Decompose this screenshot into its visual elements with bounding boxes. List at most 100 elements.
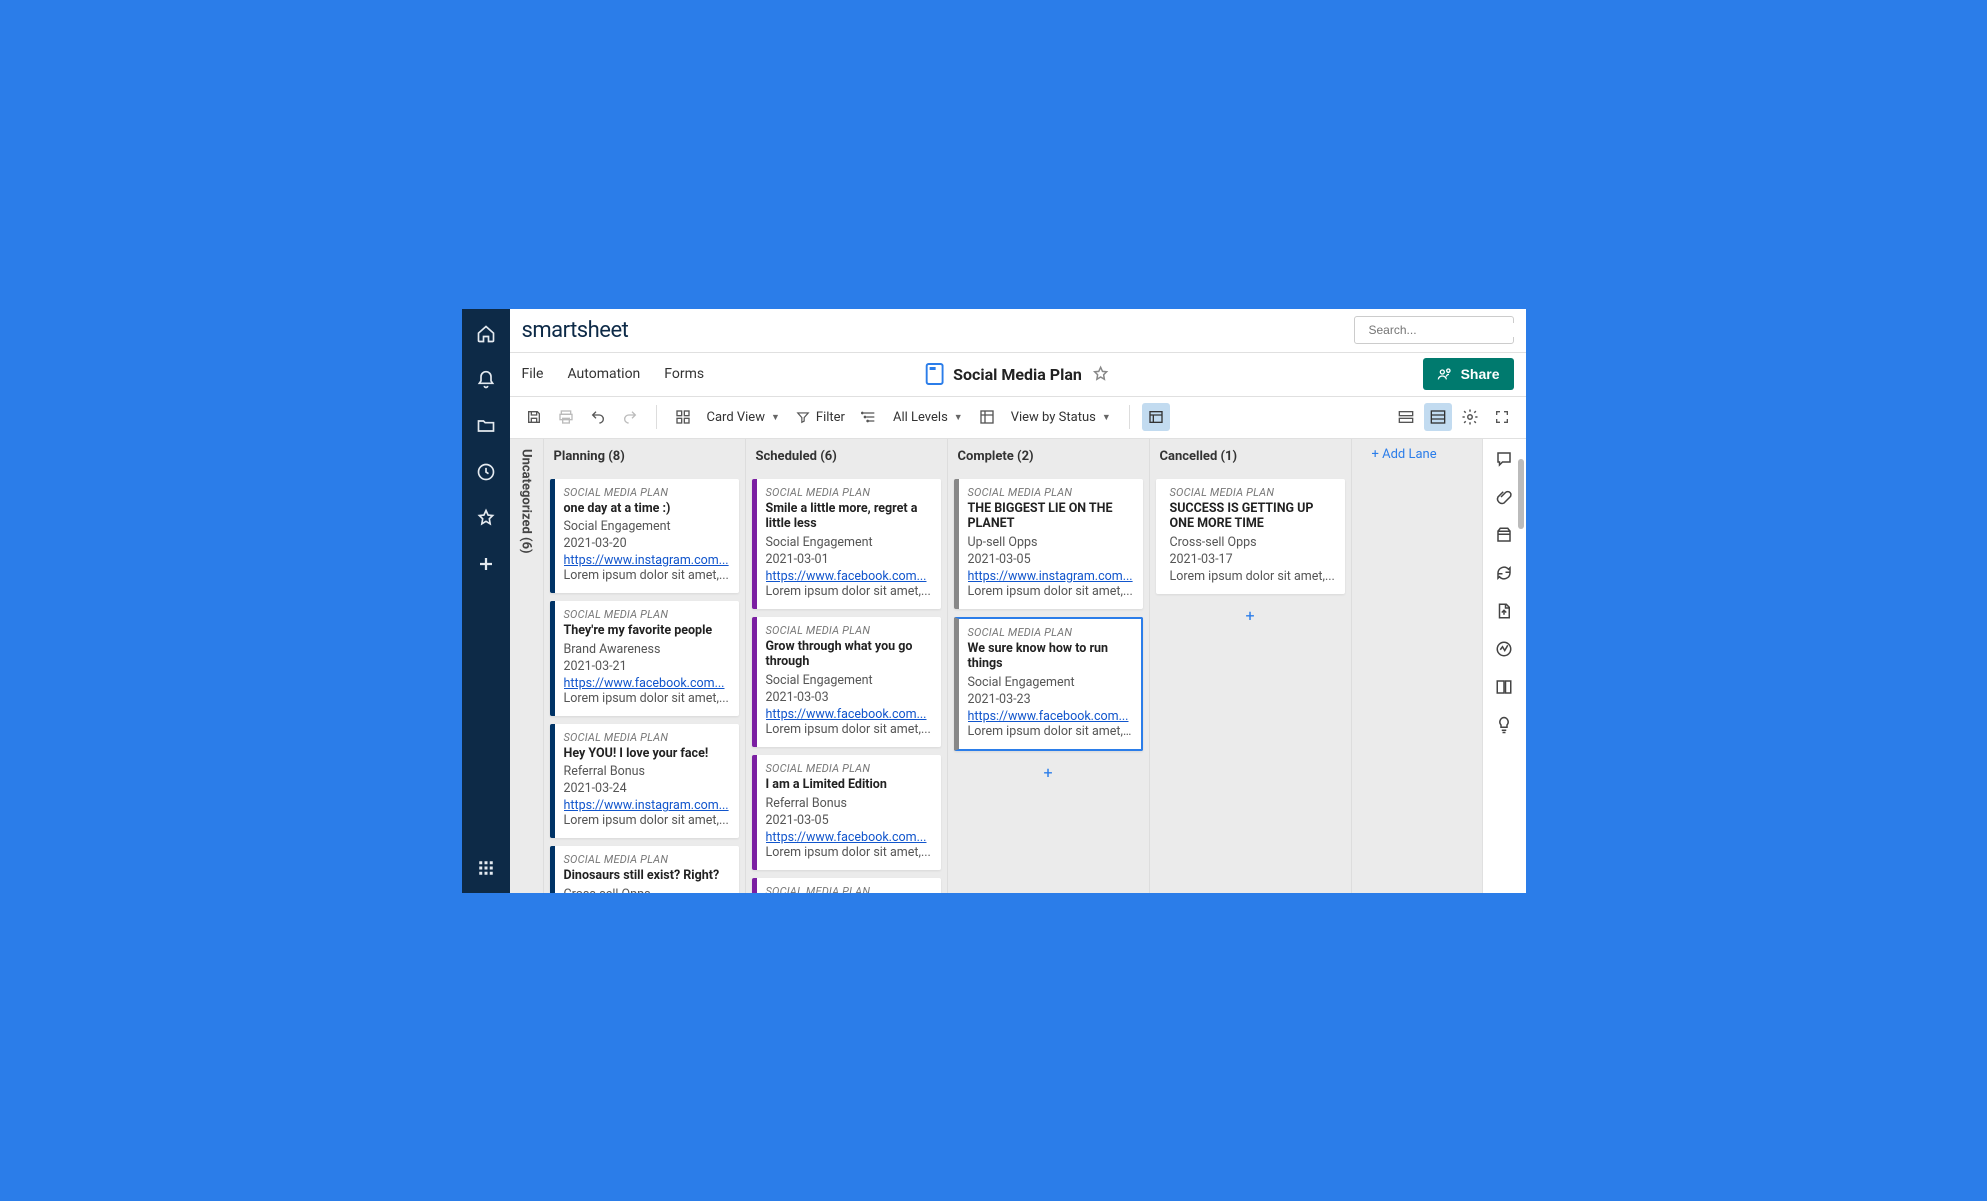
card[interactable]: SOCIAL MEDIA PLANone day at a time :)Soc… bbox=[550, 479, 739, 594]
filter-icon bbox=[796, 410, 810, 424]
lane: Scheduled (6) SOCIAL MEDIA PLAN Smile a li… bbox=[746, 439, 948, 893]
levels-icon[interactable] bbox=[855, 403, 883, 431]
card-plan: SOCIAL MEDIA PLAN bbox=[766, 885, 932, 893]
settings-icon[interactable] bbox=[1456, 403, 1484, 431]
card[interactable]: SOCIAL MEDIA PLANDinosaurs still exist? … bbox=[550, 846, 739, 892]
lane-header[interactable]: Scheduled (6) bbox=[746, 439, 947, 475]
add-card-button[interactable]: + bbox=[1156, 602, 1345, 629]
card-category: Social Engagement bbox=[564, 519, 730, 534]
lane-header[interactable]: Complete (2) bbox=[948, 439, 1149, 475]
tips-icon[interactable] bbox=[1494, 715, 1514, 735]
lane-body: SOCIAL MEDIA PLANone day at a time :)Soc… bbox=[544, 475, 745, 893]
apps-icon[interactable] bbox=[475, 857, 497, 879]
refresh-icon[interactable] bbox=[1494, 563, 1514, 583]
lane-header[interactable]: Planning (8) bbox=[544, 439, 745, 475]
card-plan: SOCIAL MEDIA PLAN bbox=[968, 486, 1134, 499]
lane-header[interactable]: Cancelled (1) bbox=[1150, 439, 1351, 475]
search-box[interactable] bbox=[1354, 316, 1514, 344]
card-category: Social Engagement bbox=[766, 535, 932, 550]
card-title: Smile a little more, regret a little les… bbox=[766, 501, 932, 532]
share-button[interactable]: Share bbox=[1423, 358, 1514, 390]
card[interactable]: SOCIAL MEDIA PLANSUCCESS IS GETTING UP O… bbox=[1156, 479, 1345, 594]
star-icon[interactable] bbox=[475, 507, 497, 529]
undo-icon[interactable] bbox=[584, 403, 612, 431]
card-desc: Lorem ipsum dolor sit amet,... bbox=[564, 691, 730, 706]
card[interactable]: SOCIAL MEDIA PLANSmile a little more, re… bbox=[752, 479, 941, 609]
cardlayout-icon[interactable] bbox=[1142, 403, 1170, 431]
viewby-dropdown[interactable]: View by Status▼ bbox=[1005, 410, 1117, 425]
home-icon[interactable] bbox=[475, 323, 497, 345]
add-lane-button[interactable]: + Add Lane bbox=[1362, 439, 1482, 893]
card-title: They're my favorite people bbox=[564, 623, 730, 639]
card-plan: SOCIAL MEDIA PLAN bbox=[766, 762, 932, 775]
recent-icon[interactable] bbox=[475, 461, 497, 483]
card-desc: Lorem ipsum dolor sit amet,... bbox=[968, 724, 1132, 739]
lane: Complete (2) SOCIAL MEDIA PLANTHE BIGGEST… bbox=[948, 439, 1150, 893]
card[interactable]: SOCIAL MEDIA PLANWhy so serious? bbox=[752, 878, 941, 893]
viewby-icon[interactable] bbox=[973, 403, 1001, 431]
card-date: 2021-03-21 bbox=[564, 659, 730, 674]
plus-icon[interactable] bbox=[475, 553, 497, 575]
left-nav bbox=[462, 309, 510, 893]
lane: Planning (8) SOCIAL MEDIA PLANone day at … bbox=[544, 439, 746, 893]
folder-icon[interactable] bbox=[475, 415, 497, 437]
card-link[interactable]: https://www.facebook.com... bbox=[564, 676, 730, 691]
add-card-button[interactable]: + bbox=[954, 759, 1143, 786]
uncategorized-lane[interactable]: Uncategorized (6) bbox=[510, 439, 544, 893]
print-icon[interactable] bbox=[552, 403, 580, 431]
cardview-dropdown[interactable]: Card View▼ bbox=[701, 410, 786, 425]
activity-icon[interactable] bbox=[1494, 639, 1514, 659]
alllevels-dropdown[interactable]: All Levels▼ bbox=[887, 410, 969, 425]
card-plan: SOCIAL MEDIA PLAN bbox=[564, 608, 730, 621]
cardview-icon[interactable] bbox=[669, 403, 697, 431]
save-icon[interactable] bbox=[520, 403, 548, 431]
menu-automation[interactable]: Automation bbox=[567, 366, 640, 382]
card-category: Up-sell Opps bbox=[968, 535, 1134, 550]
summary-icon[interactable] bbox=[1494, 677, 1514, 697]
share-icon bbox=[1437, 367, 1453, 381]
card[interactable]: SOCIAL MEDIA PLANI am a Limited EditionR… bbox=[752, 755, 941, 870]
menu-forms[interactable]: Forms bbox=[664, 366, 704, 382]
card[interactable]: SOCIAL MEDIA PLANHey YOU! I love your fa… bbox=[550, 724, 739, 839]
lane-body: SOCIAL MEDIA PLAN Smile a little more, re… bbox=[746, 475, 947, 893]
compact-icon[interactable] bbox=[1392, 403, 1420, 431]
card[interactable]: SOCIAL MEDIA PLAN They're my favorite peo… bbox=[550, 601, 739, 716]
bell-icon[interactable] bbox=[475, 369, 497, 391]
card-plan: SOCIAL MEDIA PLAN bbox=[564, 853, 730, 866]
brand-logo: smartsheet bbox=[522, 318, 629, 343]
card-desc: Lorem ipsum dolor sit amet,... bbox=[766, 845, 932, 860]
favorite-star-icon[interactable] bbox=[1092, 365, 1110, 383]
app-window: smartsheet File Automation Forms Social … bbox=[462, 309, 1526, 893]
card-category: Cross-sell Opps bbox=[1170, 535, 1336, 550]
card[interactable]: SOCIAL MEDIA PLANWe sure know how to run… bbox=[954, 617, 1143, 751]
card-link[interactable]: https://www.instagram.com... bbox=[564, 553, 730, 568]
redo-icon[interactable] bbox=[616, 403, 644, 431]
fullscreen-icon[interactable] bbox=[1488, 403, 1516, 431]
card-link[interactable]: https://www.instagram.com... bbox=[564, 798, 730, 813]
card-plan: SOCIAL MEDIA PLAN bbox=[766, 624, 932, 637]
card-link[interactable]: https://www.facebook.com... bbox=[968, 709, 1132, 724]
card-link[interactable]: https://www.facebook.com... bbox=[766, 569, 932, 584]
card-category: Referral Bonus bbox=[766, 796, 932, 811]
publish-icon[interactable] bbox=[1494, 601, 1514, 621]
filter-button[interactable]: Filter bbox=[790, 410, 851, 425]
attachments-icon[interactable] bbox=[1494, 487, 1514, 507]
lane-body: SOCIAL MEDIA PLANTHE BIGGEST LIE ON THE … bbox=[948, 475, 1149, 893]
scrollbar-thumb[interactable] bbox=[1518, 459, 1524, 529]
expanded-icon[interactable] bbox=[1424, 403, 1452, 431]
card[interactable]: SOCIAL MEDIA PLANGrow through what you g… bbox=[752, 617, 941, 747]
card[interactable]: SOCIAL MEDIA PLANTHE BIGGEST LIE ON THE … bbox=[954, 479, 1143, 609]
card-link[interactable]: https://www.instagram.com... bbox=[968, 569, 1134, 584]
proofs-icon[interactable] bbox=[1494, 525, 1514, 545]
card-date: 2021-03-17 bbox=[1170, 552, 1336, 567]
card-desc: Lorem ipsum dolor sit amet,... bbox=[766, 584, 932, 599]
comments-icon[interactable] bbox=[1494, 449, 1514, 469]
card-category: Referral Bonus bbox=[564, 764, 730, 779]
menu-file[interactable]: File bbox=[522, 366, 544, 382]
card-link[interactable]: https://www.facebook.com... bbox=[766, 707, 932, 722]
search-input[interactable] bbox=[1369, 323, 1524, 337]
card-link[interactable]: https://www.facebook.com... bbox=[766, 830, 932, 845]
card-date: 2021-03-03 bbox=[766, 690, 932, 705]
card-category: Cross-sell Opps bbox=[564, 887, 730, 893]
sheet-icon bbox=[925, 363, 943, 385]
